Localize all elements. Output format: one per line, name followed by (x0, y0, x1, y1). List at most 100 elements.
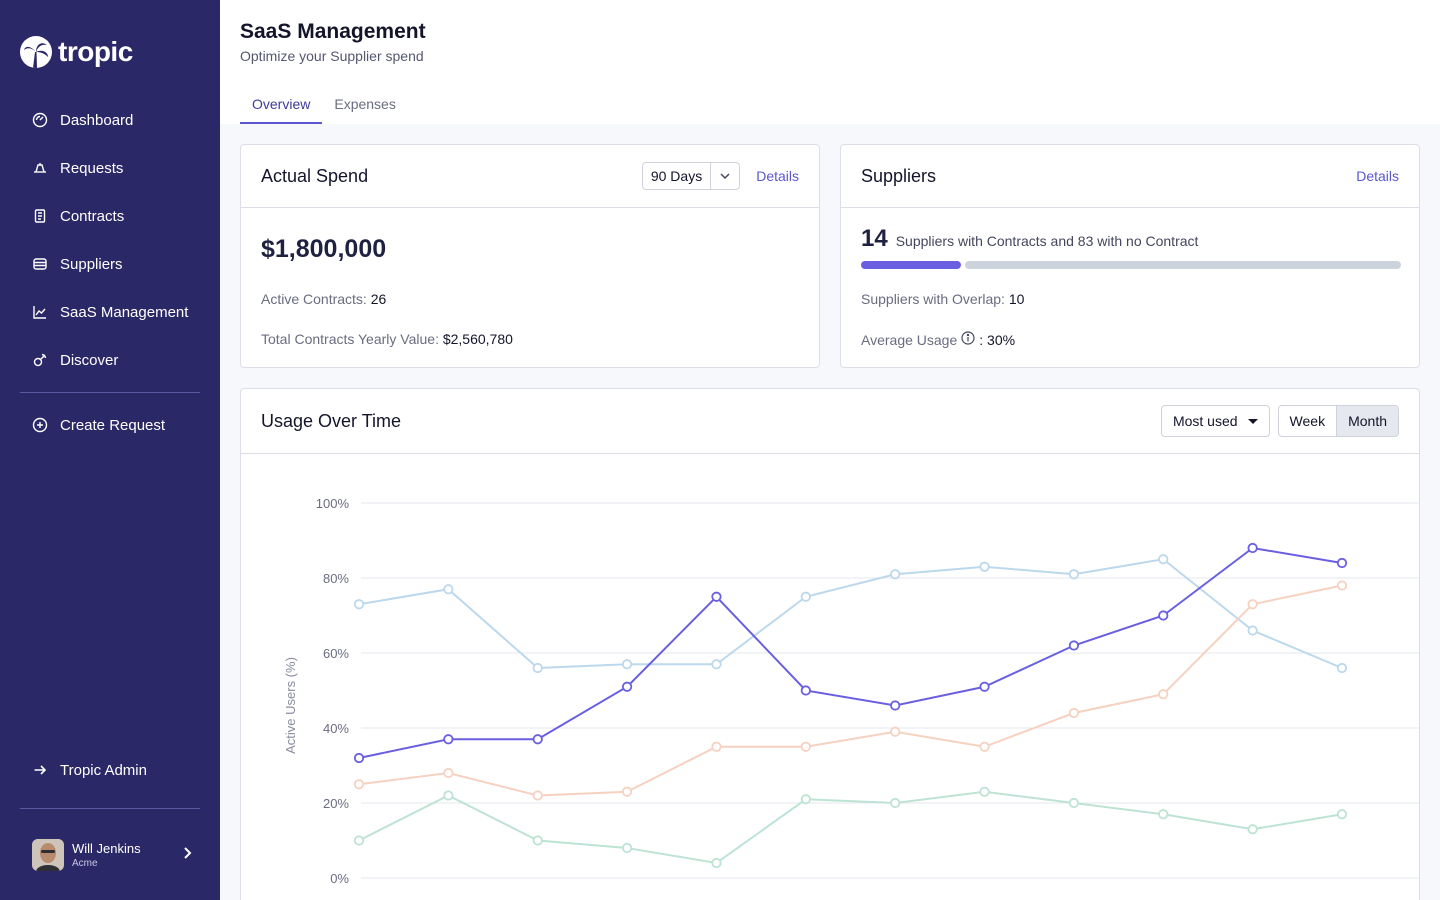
series-point-3 (1336, 557, 1348, 569)
series-point-0 (800, 591, 811, 602)
period-toggle: Week Month (1277, 405, 1399, 437)
series-point-1 (532, 790, 543, 801)
create-request-button[interactable]: Create Request (20, 401, 200, 449)
active-contracts-row: Active Contracts: 26 (261, 291, 386, 307)
series-point-3 (1247, 542, 1258, 554)
tab-overview[interactable]: Overview (240, 86, 323, 124)
active-contracts-value: 26 (370, 291, 387, 307)
series-point-3 (353, 752, 365, 764)
overlap-label: Suppliers with Overlap: (861, 291, 1005, 307)
sidebar-item-saas-management[interactable]: SaaS Management (20, 288, 200, 336)
series-point-1 (800, 741, 811, 752)
spend-details-link[interactable]: Details (756, 168, 799, 184)
series-point-0 (890, 569, 901, 580)
sidebar-divider (20, 392, 200, 393)
info-icon[interactable] (961, 331, 975, 348)
date-range-select[interactable]: 90 Days (641, 162, 741, 190)
chart-line-icon (33, 306, 46, 319)
palm-logo-icon (20, 36, 52, 68)
user-name: Will Jenkins (72, 840, 141, 856)
series-point-3 (621, 681, 633, 692)
series-point-1 (1158, 689, 1169, 700)
yearly-value: $2,560,780 (442, 331, 513, 347)
page-subtitle: Optimize your Supplier spend (240, 48, 424, 64)
y-axis-label: Active Users (%) (283, 657, 298, 754)
sidebar-item-dashboard[interactable]: Dashboard (20, 96, 200, 144)
series-point-3 (1158, 610, 1169, 621)
week-button[interactable]: Week (1279, 406, 1337, 436)
series-point-1 (621, 786, 633, 797)
series-point-0 (711, 659, 722, 670)
series-point-2 (1158, 809, 1169, 820)
y-tick-label: 80% (323, 571, 349, 586)
series-point-2 (443, 790, 454, 801)
sidebar-item-label: Requests (60, 159, 124, 177)
series-point-2 (711, 857, 722, 869)
overlap-row: Suppliers with Overlap: 10 (861, 291, 1024, 307)
y-tick-label: 0% (330, 871, 349, 886)
series-line-2 (358, 790, 1343, 865)
usage-filter-value: Most used (1172, 413, 1238, 429)
series-point-0 (443, 584, 454, 595)
series-point-0 (621, 659, 633, 670)
suppliers-count: 14 (861, 225, 888, 252)
active-contracts-label: Active Contracts: (261, 291, 367, 307)
user-org: Acme (72, 857, 98, 869)
tropic-admin-link[interactable]: Tropic Admin (20, 746, 200, 794)
sidebar-nav: Dashboard Requests Contracts Suppliers S… (20, 96, 200, 449)
suppliers-details-link[interactable]: Details (1356, 168, 1399, 184)
spend-amount: $1,800,000 (261, 235, 387, 263)
series-point-3 (532, 734, 543, 745)
series-point-3 (443, 734, 454, 745)
sidebar-item-label: Dashboard (60, 111, 134, 129)
sidebar-item-suppliers[interactable]: Suppliers (20, 240, 200, 288)
series-point-3 (890, 700, 901, 711)
suppliers-icon (33, 258, 47, 270)
series-point-1 (890, 726, 901, 737)
usage-filter-dropdown[interactable]: Most used (1160, 405, 1270, 437)
arrow-right-icon (34, 765, 47, 775)
y-tick-label: 60% (323, 646, 349, 661)
overlap-value: 10 (1008, 291, 1025, 307)
series-point-0 (353, 599, 365, 610)
yearly-value-label: Total Contracts Yearly Value: (261, 331, 439, 347)
suppliers-summary: 14 Suppliers with Contracts and 83 with … (861, 225, 1198, 253)
sidebar-item-label: Discover (60, 351, 119, 369)
series-point-0 (1158, 554, 1169, 565)
date-range-value: 90 Days (643, 163, 712, 189)
sidebar-bottom: Tropic Admin (20, 746, 200, 794)
brand-logo[interactable]: tropic (20, 36, 133, 68)
series-point-2 (979, 786, 990, 797)
sidebar-item-label: Suppliers (60, 255, 123, 273)
series-point-3 (1068, 640, 1080, 651)
average-usage-value: : 30% (979, 331, 1016, 348)
dashboard-icon (32, 112, 48, 128)
series-point-1 (711, 741, 722, 752)
discover-icon (33, 353, 47, 367)
y-tick-label: 20% (323, 796, 349, 811)
tab-expenses[interactable]: Expenses (322, 86, 407, 124)
series-point-0 (532, 662, 543, 674)
user-menu[interactable]: Will Jenkins Acme (20, 808, 200, 900)
sidebar: tropic Dashboard Requests Contracts Supp… (0, 0, 220, 900)
average-usage-label: Average Usage (861, 331, 958, 348)
tab-bar: Overview Expenses (240, 86, 408, 124)
series-point-0 (1247, 625, 1258, 636)
brand-name: tropic (58, 36, 133, 67)
sidebar-item-requests[interactable]: Requests (20, 144, 200, 192)
series-line-1 (358, 584, 1343, 797)
sidebar-item-discover[interactable]: Discover (20, 336, 200, 384)
requests-icon (34, 163, 46, 173)
series-point-2 (1068, 797, 1080, 809)
y-tick-label: 40% (323, 721, 349, 736)
contract-coverage-rest (965, 261, 1401, 269)
plus-circle-icon (32, 417, 48, 433)
sidebar-item-contracts[interactable]: Contracts (20, 192, 200, 240)
yearly-value-row: Total Contracts Yearly Value: $2,560,780 (261, 331, 513, 347)
suppliers-title: Suppliers (861, 165, 937, 186)
series-point-1 (1247, 599, 1258, 610)
actual-spend-title: Actual Spend (261, 165, 369, 186)
tropic-admin-label: Tropic Admin (60, 761, 147, 779)
usage-line-chart: 0% 20% 40% 60% 80% 100% Active Users (%) (283, 496, 1419, 886)
month-button[interactable]: Month (1336, 406, 1398, 436)
